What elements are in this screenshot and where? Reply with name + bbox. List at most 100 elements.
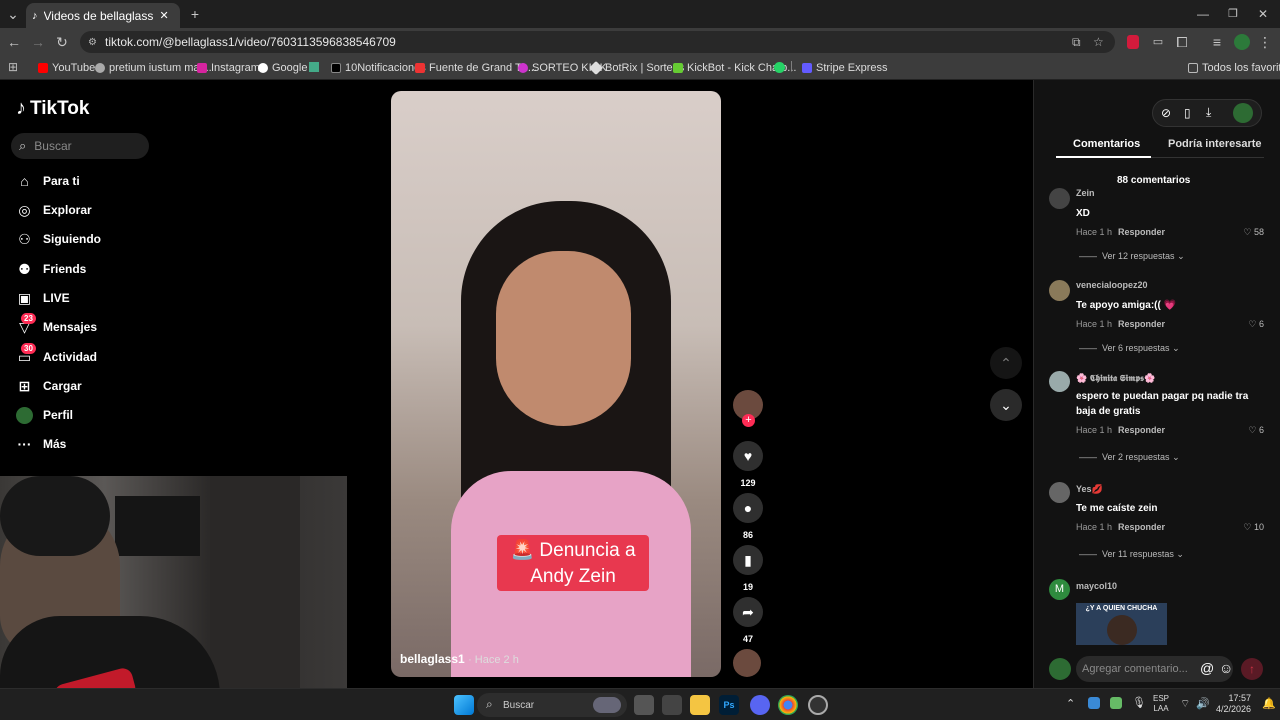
- creator-avatar[interactable]: +: [733, 390, 763, 427]
- extension-icon[interactable]: [1127, 35, 1139, 49]
- tab-podria-interesarte[interactable]: Podría interesarte: [1168, 138, 1262, 150]
- sidebar-item-para-ti[interactable]: ⌂ Para ti: [16, 171, 79, 191]
- previous-video-button[interactable]: ⌃: [990, 347, 1022, 379]
- discord-icon[interactable]: [750, 695, 770, 715]
- search-input[interactable]: ⌕ Buscar: [11, 133, 149, 159]
- chrome-icon[interactable]: [778, 695, 798, 715]
- tab-list-icon[interactable]: ⌄: [4, 0, 22, 28]
- next-video-button[interactable]: ⌄: [990, 389, 1022, 421]
- avatar[interactable]: [1049, 280, 1070, 301]
- file-explorer-icon[interactable]: [690, 695, 710, 715]
- sidebar-item-friends[interactable]: ⚉ Friends: [16, 259, 86, 279]
- bookmark-pretium[interactable]: pretium iustum mat...: [95, 60, 212, 76]
- back-icon[interactable]: ←: [5, 28, 23, 56]
- volume-icon[interactable]: 🔊: [1196, 697, 1210, 710]
- sidebar-item-live[interactable]: ▣ LIVE: [16, 288, 70, 308]
- bookmark-youtube[interactable]: YouTube: [38, 60, 95, 76]
- reply-button[interactable]: Responder: [1118, 319, 1165, 329]
- bookmark-star-icon[interactable]: ☆: [1093, 35, 1104, 49]
- share-button[interactable]: ➦ 47: [733, 597, 763, 644]
- save-button[interactable]: ▮ 19: [733, 545, 763, 592]
- like-button[interactable]: ♥ 129: [733, 441, 763, 488]
- view-replies-button[interactable]: —— Ver 6 respuestas ⌄: [1079, 343, 1180, 354]
- task-view-icon[interactable]: [634, 695, 654, 715]
- comment-like[interactable]: ♡ 10: [1230, 522, 1264, 533]
- close-tab-icon[interactable]: ✕: [160, 9, 169, 22]
- app-icon[interactable]: [808, 695, 828, 715]
- close-window-icon[interactable]: ✕: [1254, 0, 1272, 28]
- comment-like[interactable]: ♡ 6: [1230, 319, 1264, 330]
- app-icon[interactable]: [662, 695, 682, 715]
- install-icon[interactable]: ⧉: [1072, 35, 1081, 50]
- view-replies-button[interactable]: —— Ver 11 respuestas ⌄: [1079, 549, 1184, 560]
- reload-icon[interactable]: ↻: [53, 28, 71, 56]
- comment-like[interactable]: ♡ 6: [1230, 425, 1264, 436]
- emoji-icon[interactable]: ☺: [1219, 660, 1233, 676]
- tab-comentarios[interactable]: Comentarios: [1073, 138, 1140, 150]
- avatar[interactable]: [1049, 188, 1070, 209]
- browser-tab[interactable]: ♪ Videos de bellaglass1 (@bellag ✕: [26, 3, 180, 28]
- bookmark-botrix[interactable]: BotRix | Sorteos: [588, 60, 684, 76]
- forward-icon[interactable]: →: [29, 28, 47, 56]
- device-icon[interactable]: ▯: [1184, 106, 1191, 120]
- sidebar-item-actividad[interactable]: ▭ 30 Actividad: [16, 342, 97, 367]
- user-avatar[interactable]: [1233, 103, 1253, 123]
- extensions-puzzle-icon[interactable]: ⧠: [1173, 28, 1191, 56]
- comment-button[interactable]: ● 86: [733, 493, 763, 540]
- sidebar-item-cargar[interactable]: ⊞ Cargar: [16, 376, 82, 396]
- address-bar[interactable]: ⚙ tiktok.com/@bellaglass1/video/76031135…: [80, 31, 1115, 53]
- photoshop-icon[interactable]: Ps: [719, 695, 739, 715]
- all-bookmarks[interactable]: Todos los favoritos: [1188, 60, 1280, 76]
- tray-icon[interactable]: [1110, 697, 1122, 709]
- comment-username[interactable]: maycol10: [1076, 581, 1117, 591]
- follow-plus-icon[interactable]: +: [742, 414, 755, 427]
- sidebar-item-explorar[interactable]: ◎ Explorar: [16, 200, 91, 220]
- video-author[interactable]: bellaglass1: [400, 652, 465, 666]
- comment-username[interactable]: Yes💋: [1076, 484, 1103, 495]
- sidebar-item-mas[interactable]: ··· Más: [16, 434, 67, 454]
- comment-gif[interactable]: ¿Y A QUIEN CHUCHA: [1076, 603, 1167, 645]
- reply-button[interactable]: Responder: [1118, 522, 1165, 532]
- microphone-icon[interactable]: 🎙: [1132, 696, 1146, 709]
- comment-like[interactable]: ♡ 58: [1230, 227, 1264, 238]
- comment-input[interactable]: Agregar comentario... @ ☺: [1076, 656, 1233, 682]
- site-info-icon[interactable]: ⚙: [88, 37, 97, 48]
- view-replies-button[interactable]: —— Ver 2 respuestas ⌄: [1079, 452, 1180, 463]
- sidebar-item-siguiendo[interactable]: ⚇ Siguiendo: [16, 229, 101, 249]
- windows-start-icon[interactable]: [454, 695, 474, 715]
- music-disc-avatar[interactable]: [733, 649, 763, 677]
- media-icon[interactable]: ≡: [1208, 28, 1226, 56]
- avatar[interactable]: [1049, 371, 1070, 392]
- clock[interactable]: 17:57 4/2/2026: [1215, 693, 1251, 715]
- bookmark-instagram[interactable]: Instagram: [197, 60, 260, 76]
- language-indicator[interactable]: ESP LAA: [1153, 694, 1169, 714]
- restore-icon[interactable]: ❐: [1224, 0, 1242, 28]
- minimize-icon[interactable]: —: [1194, 0, 1212, 28]
- comment-username[interactable]: Zein: [1076, 188, 1095, 198]
- avatar[interactable]: M: [1049, 579, 1070, 600]
- mention-icon[interactable]: @: [1200, 660, 1214, 676]
- comment-username[interactable]: venecialoopez20: [1076, 280, 1148, 290]
- comment-username[interactable]: 🌸 𝕮𝖍𝖎𝖓𝖎𝖙𝖆 𝕾𝖎𝖒𝖕𝖘🌸: [1076, 373, 1155, 384]
- post-comment-button[interactable]: ↑: [1241, 658, 1263, 680]
- sidebar-item-perfil[interactable]: Perfil: [16, 405, 73, 425]
- network-icon[interactable]: ⌔: [1180, 697, 1190, 711]
- taskbar-search[interactable]: ⌕ Buscar: [477, 693, 627, 717]
- profile-avatar[interactable]: [1234, 34, 1250, 50]
- avatar[interactable]: [1049, 482, 1070, 503]
- bookmark-stripe[interactable]: Stripe Express: [802, 60, 888, 76]
- reply-button[interactable]: Responder: [1118, 425, 1165, 435]
- download-icon[interactable]: ⤓: [1206, 105, 1211, 120]
- whatsapp-icon[interactable]: [774, 62, 785, 73]
- tray-icon[interactable]: [1088, 697, 1100, 709]
- bookmark-icon[interactable]: [309, 62, 319, 72]
- sidebar-item-mensajes[interactable]: ▽ 23 Mensajes: [16, 312, 97, 337]
- coins-icon[interactable]: ⊘: [1161, 106, 1171, 120]
- extension-icon[interactable]: ▭: [1149, 28, 1167, 56]
- reply-button[interactable]: Responder: [1118, 227, 1165, 237]
- bookmark-notificaciones[interactable]: 10Notificaciones: [331, 60, 426, 76]
- notifications-icon[interactable]: 🔔: [1262, 697, 1276, 710]
- bookmark-google[interactable]: Google: [258, 60, 307, 76]
- chevron-up-icon[interactable]: ⌃: [1066, 697, 1075, 710]
- apps-grid-icon[interactable]: ⊞: [8, 60, 18, 74]
